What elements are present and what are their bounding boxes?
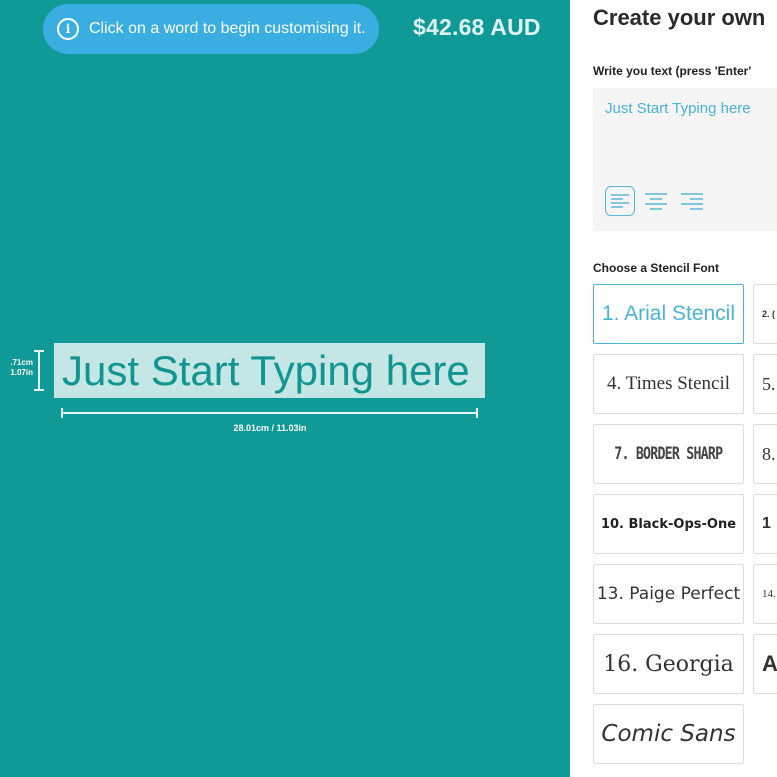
font-option-11[interactable]: 1 xyxy=(753,494,777,554)
width-dimension-cap-right xyxy=(476,408,478,418)
font-grid: 1. Arial Stencil 2. ( 4. Times Stencil 5… xyxy=(570,0,777,777)
height-dimension-label: .71cm 1.07in xyxy=(10,358,33,377)
price-label: $42.68 AUD xyxy=(413,14,541,40)
height-dimension-cap-bottom xyxy=(34,389,44,391)
help-tip: i Click on a word to begin customising i… xyxy=(43,4,379,54)
info-icon: i xyxy=(57,18,79,40)
font-option-5[interactable]: 5. xyxy=(753,354,777,414)
font-option-14[interactable]: 14. xyxy=(753,564,777,624)
font-option-2[interactable]: 2. ( xyxy=(753,284,777,344)
preview-text-word[interactable]: Just Start Typing here xyxy=(54,343,485,398)
font-option-8[interactable]: 8. xyxy=(753,424,777,484)
width-dimension-label: 28.01cm / 11.03in xyxy=(233,423,307,433)
help-tip-text: Click on a word to begin customising it. xyxy=(89,20,366,37)
font-option-17[interactable]: A xyxy=(753,634,777,694)
width-dimension-line xyxy=(62,412,478,414)
font-option-arial-stencil[interactable]: 1. Arial Stencil xyxy=(593,284,744,344)
height-dimension-cap-top xyxy=(34,350,44,352)
width-dimension-cap-left xyxy=(61,408,63,418)
font-option-georgia[interactable]: 16. Georgia xyxy=(593,634,744,694)
font-option-black-ops-one[interactable]: 10. Black-Ops-One xyxy=(593,494,744,554)
font-option-comic-sans[interactable]: Comic Sans xyxy=(593,704,744,764)
font-option-times-stencil[interactable]: 4. Times Stencil xyxy=(593,354,744,414)
font-option-paige-perfect[interactable]: 13. Paige Perfect xyxy=(593,564,744,624)
design-canvas[interactable]: i Click on a word to begin customising i… xyxy=(0,0,570,777)
height-dimension-line xyxy=(38,350,40,391)
font-option-border-sharp[interactable]: 7. BORDER SHARP xyxy=(593,424,744,484)
